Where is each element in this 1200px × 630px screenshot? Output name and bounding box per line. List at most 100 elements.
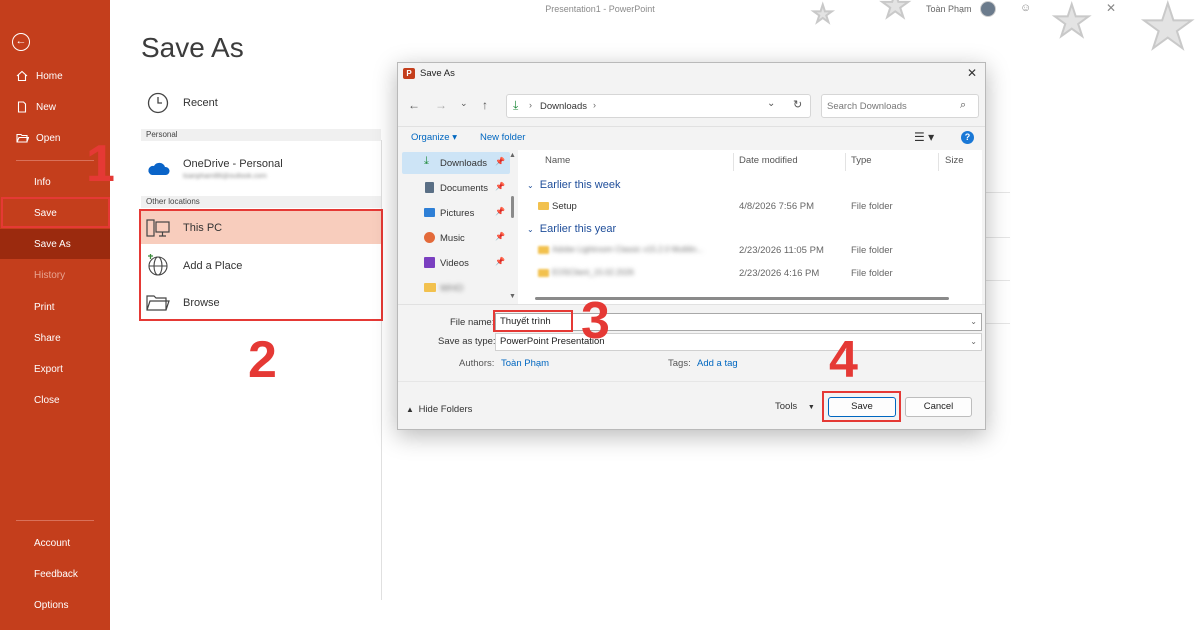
column-divider	[845, 153, 846, 171]
view-options-icon[interactable]: ☰ ▾	[914, 130, 934, 144]
file-row[interactable]: EOSClient_15.02.2026 2/23/2026 4:16 PM F…	[536, 267, 976, 283]
backstage-nav: ← Home New Open Info Save Save As Histor…	[0, 0, 110, 630]
location-recent[interactable]: Recent	[141, 88, 381, 118]
pin-icon: 📌	[495, 207, 505, 216]
breadcrumb-sep: ›	[593, 100, 596, 110]
nav-save-as[interactable]: Save As	[0, 229, 110, 259]
divider	[986, 192, 1010, 193]
divider	[986, 323, 1010, 324]
cancel-button[interactable]: Cancel	[905, 397, 972, 417]
column-size[interactable]: Size	[945, 155, 963, 166]
user-name: Toàn Phạm	[926, 4, 972, 14]
tags-value[interactable]: Add a tag	[697, 358, 738, 369]
address-path: Downloads	[540, 101, 587, 112]
nav-account[interactable]: Account	[0, 528, 110, 558]
group-personal: Personal	[141, 129, 381, 141]
nav-export[interactable]: Export	[0, 354, 110, 384]
group-header[interactable]: ⌄ Earlier this year	[527, 223, 616, 235]
column-date[interactable]: Date modified	[739, 155, 798, 166]
scroll-thumb	[511, 196, 514, 218]
forward-icon[interactable]: →	[435, 98, 447, 112]
chevron-down-icon: ⌄	[527, 225, 534, 234]
download-icon: ⤓	[424, 155, 429, 167]
file-row[interactable]: Adobe Lightroom Classic v15.2.0 Multilin…	[536, 244, 976, 260]
refresh-icon[interactable]: ↻	[793, 98, 802, 111]
save-as-dialog: P Save As ✕ ← → ⌄ ↑ ⤓ › Downloads › ⌄ ↻ …	[397, 62, 986, 430]
nav-print[interactable]: Print	[0, 292, 110, 322]
column-name[interactable]: Name	[545, 155, 570, 166]
pictures-icon	[424, 208, 435, 217]
close-window-icon[interactable]: ✕	[1106, 1, 1116, 15]
annotation-box-file-name	[493, 310, 573, 332]
pin-icon: 📌	[495, 182, 505, 191]
dialog-title: Save As	[420, 68, 455, 79]
nav-options[interactable]: Options	[0, 590, 110, 620]
download-icon: ⤓	[513, 98, 519, 112]
nav-scrollbar[interactable]: ▲ ▼	[509, 152, 516, 302]
up-folder-icon[interactable]: ↑	[482, 98, 488, 112]
scroll-up-icon: ▲	[509, 152, 516, 159]
column-type[interactable]: Type	[851, 155, 872, 166]
file-name-dropdown-icon[interactable]: ⌄	[970, 314, 977, 330]
nav-downloads[interactable]: ⤓ Downloads 📌	[398, 152, 510, 174]
back-arrow-icon[interactable]: ←	[12, 33, 30, 51]
organize-button[interactable]: Organize ▾	[411, 132, 457, 143]
location-onedrive[interactable]: OneDrive - Personal toanpham86@outlook.c…	[141, 152, 381, 186]
form-area	[398, 304, 985, 305]
search-input[interactable]: Search Downloads ⌕	[821, 94, 979, 118]
help-icon[interactable]: ?	[961, 131, 974, 144]
new-folder-button[interactable]: New folder	[480, 132, 525, 143]
nav-folder[interactable]: WHO	[398, 277, 510, 299]
annotation-number-2: 2	[248, 331, 277, 389]
emoji-icon[interactable]: ☺	[1020, 2, 1031, 14]
group-header[interactable]: ⌄ Earlier this week	[527, 179, 620, 191]
tools-button[interactable]: Tools ▼	[775, 401, 815, 412]
annotation-box-save-button	[822, 391, 901, 422]
cloud-icon	[145, 161, 171, 177]
save-type-label: Save as type:	[438, 336, 496, 347]
group-other-locations: Other locations	[141, 196, 381, 208]
file-name-label: File name:	[450, 317, 495, 328]
folder-icon	[538, 202, 549, 210]
nav-history: History	[34, 269, 66, 281]
nav-divider	[16, 160, 94, 161]
authors-label: Authors:	[459, 358, 495, 369]
nav-share[interactable]: Share	[0, 323, 110, 353]
address-dropdown-icon[interactable]: ⌄	[767, 98, 775, 109]
music-icon	[424, 232, 435, 243]
scroll-down-icon: ▼	[509, 293, 516, 300]
pin-icon: 📌	[495, 157, 505, 166]
pin-icon: 📌	[495, 257, 505, 266]
hide-folders-button[interactable]: ▲ Hide Folders	[406, 404, 472, 415]
file-row[interactable]: Setup 4/8/2026 7:56 PM File folder	[536, 200, 976, 216]
recent-locations-icon[interactable]: ⌄	[460, 98, 468, 109]
nav-feedback[interactable]: Feedback	[0, 559, 110, 589]
documents-icon	[425, 182, 434, 193]
divider	[986, 280, 1010, 281]
nav-documents[interactable]: Documents 📌	[398, 177, 510, 199]
annotation-box-save	[1, 197, 110, 228]
nav-home[interactable]: Home	[0, 61, 110, 91]
nav-close[interactable]: Close	[0, 385, 110, 415]
annotation-number-3: 3	[581, 292, 610, 350]
dialog-close-icon[interactable]: ✕	[967, 66, 977, 80]
folder-icon	[538, 269, 549, 277]
nav-music[interactable]: Music 📌	[398, 227, 510, 249]
nav-videos[interactable]: Videos 📌	[398, 252, 510, 274]
nav-pictures[interactable]: Pictures 📌	[398, 202, 510, 224]
annotation-number-4: 4	[829, 331, 858, 389]
powerpoint-icon: P	[403, 68, 415, 79]
avatar[interactable]	[980, 1, 996, 17]
nav-new[interactable]: New	[0, 92, 110, 122]
new-file-icon	[16, 101, 30, 113]
search-placeholder: Search Downloads	[827, 101, 907, 112]
nav-divider	[16, 520, 94, 521]
address-bar[interactable]: ⤓ › Downloads › ⌄ ↻	[506, 94, 811, 118]
back-icon[interactable]: ←	[408, 98, 420, 112]
clock-icon	[145, 92, 171, 114]
column-divider	[938, 153, 939, 171]
annotation-box-locations	[139, 209, 383, 321]
save-type-select[interactable]: PowerPoint Presentation ⌄	[495, 333, 982, 351]
divider	[986, 237, 1010, 238]
authors-value[interactable]: Toàn Phạm	[501, 358, 549, 369]
